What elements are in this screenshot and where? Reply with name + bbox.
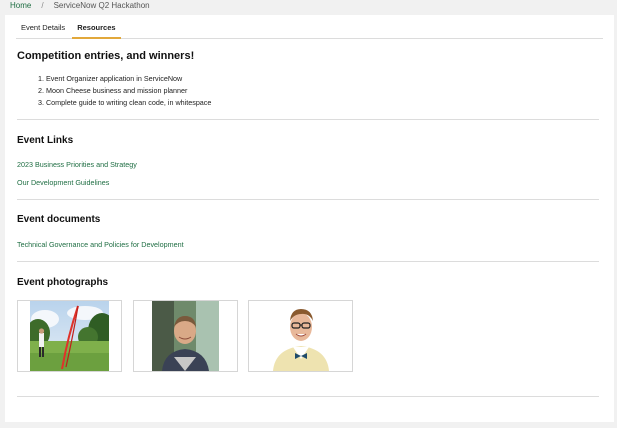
tab-event-details[interactable]: Event Details — [16, 15, 70, 39]
divider — [17, 261, 599, 262]
photo-portrait-2[interactable] — [248, 300, 353, 372]
divider — [17, 396, 599, 397]
photo-golf[interactable] — [17, 300, 122, 372]
list-item: 2. Moon Cheese business and mission plan… — [38, 85, 188, 95]
tab-resources[interactable]: Resources — [72, 15, 121, 39]
event-links-title: Event Links — [17, 135, 74, 146]
competition-entries-list: 1. Event Organizer application in Servic… — [38, 73, 211, 108]
event-photographs-title: Event photographs — [17, 277, 109, 288]
link-business-priorities[interactable]: 2023 Business Priorities and Strategy — [17, 160, 137, 169]
list-item: 3. Complete guide to writing clean code,… — [38, 97, 212, 107]
tab-bar: Event Details Resources — [16, 15, 603, 39]
link-technical-governance[interactable]: Technical Governance and Policies for De… — [17, 240, 184, 249]
list-item: 1. Event Organizer application in Servic… — [38, 74, 183, 83]
breadcrumb-home-link[interactable]: Home — [10, 1, 31, 10]
resources-card: Event Details Resources Competition entr… — [5, 15, 614, 422]
photo-portrait-1[interactable] — [133, 300, 238, 372]
breadcrumb: Home / ServiceNow Q2 Hackathon — [10, 1, 150, 10]
man-bowtie-portrait-photo-icon — [270, 301, 331, 371]
divider — [17, 119, 599, 120]
breadcrumb-current: ServiceNow Q2 Hackathon — [53, 1, 150, 10]
golf-course-photo-icon — [30, 301, 109, 371]
event-documents-title: Event documents — [17, 214, 101, 225]
man-portrait-photo-icon — [152, 301, 219, 371]
breadcrumb-separator: / — [41, 1, 44, 10]
competition-title: Competition entries, and winners! — [17, 50, 195, 62]
divider — [17, 199, 599, 200]
link-development-guidelines[interactable]: Our Development Guidelines — [17, 178, 109, 187]
